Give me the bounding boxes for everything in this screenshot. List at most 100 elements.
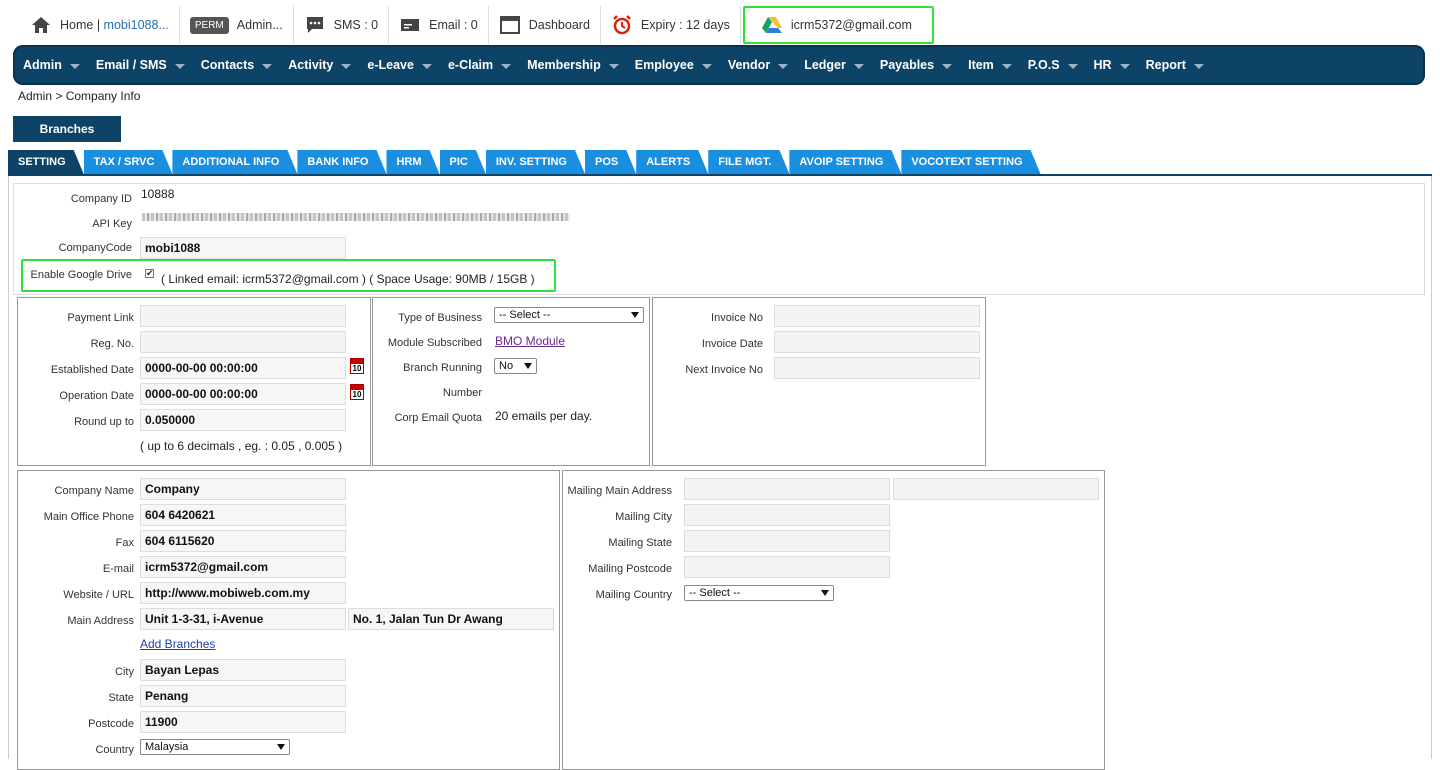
add-branches-link[interactable]: Add Branches — [140, 637, 215, 651]
home-icon — [30, 14, 52, 36]
city-field[interactable]: Bayan Lepas — [140, 659, 346, 681]
operation-date-field[interactable]: 0000-00-00 00:00:00 — [140, 383, 346, 405]
google-drive-item[interactable]: icrm5372@gmail.com — [742, 6, 934, 44]
mailing-main-address-label: Mailing Main Address — [567, 485, 672, 497]
nav-item-ledger[interactable]: Ledger — [804, 58, 864, 72]
nav-item-activity[interactable]: Activity — [288, 58, 352, 72]
nav-item-email-sms[interactable]: Email / SMS — [96, 58, 185, 72]
tab-tax-srvc[interactable]: TAX / SRVC — [84, 150, 173, 174]
nav-item-p-o-s[interactable]: P.O.S — [1028, 58, 1078, 72]
tab-pic[interactable]: PIC — [440, 150, 486, 174]
dashboard-item[interactable]: Dashboard — [489, 6, 601, 44]
nav-item-label: Contacts — [200, 58, 255, 72]
google-drive-icon — [761, 14, 783, 36]
tab-alerts[interactable]: ALERTS — [636, 150, 708, 174]
nav-item-e-claim[interactable]: e-Claim — [448, 58, 512, 72]
chevron-down-icon — [821, 590, 829, 596]
website-field[interactable]: http://www.mobiweb.com.my — [140, 582, 346, 604]
invoice-no-label: Invoice No — [711, 312, 763, 324]
window-icon — [499, 14, 521, 36]
caret-down-icon — [1067, 63, 1078, 69]
nav-item-membership[interactable]: Membership — [527, 58, 619, 72]
mailing-city-label: Mailing City — [615, 511, 672, 523]
nav-item-report[interactable]: Report — [1146, 58, 1204, 72]
country-select[interactable]: Malaysia — [140, 739, 290, 755]
email-field[interactable]: icrm5372@gmail.com — [140, 556, 346, 578]
round-up-hint: ( up to 6 decimals , eg. : 0.05 , 0.005 … — [140, 439, 343, 453]
home-company-link[interactable]: mobi1088... — [104, 18, 169, 32]
company-name-field[interactable]: Company — [140, 478, 346, 500]
nav-item-item[interactable]: Item — [968, 58, 1012, 72]
company-code-field[interactable]: mobi1088 — [140, 237, 346, 259]
invoice-no-field[interactable] — [774, 305, 980, 327]
mailing-country-label: Mailing Country — [595, 589, 672, 601]
nav-item-vendor[interactable]: Vendor — [728, 58, 789, 72]
tab-avoip-setting[interactable]: AVOIP SETTING — [789, 150, 901, 174]
fax-field[interactable]: 604 6115620 — [140, 530, 346, 552]
branches-button[interactable]: Branches — [13, 116, 121, 142]
caret-down-icon — [69, 63, 80, 69]
reg-no-field[interactable] — [140, 331, 346, 353]
caret-down-icon — [942, 63, 953, 69]
business-panel: Type of Business -- Select -- Module Sub… — [372, 297, 650, 466]
api-key-label: API Key — [92, 218, 132, 230]
tab-additional-info[interactable]: ADDITIONAL INFO — [172, 150, 297, 174]
payment-link-field[interactable] — [140, 305, 346, 327]
company-code-label: CompanyCode — [58, 242, 132, 254]
main-address-line1-field[interactable]: Unit 1-3-31, i-Avenue — [140, 608, 346, 630]
module-subscribed-label: Module Subscribed — [387, 337, 482, 349]
top-bar: Home | mobi1088... PERM Admin... SMS : 0… — [20, 6, 934, 44]
expiry-label: Expiry : 12 days — [640, 18, 730, 32]
tab-vocotext-setting[interactable]: VOCOTEXT SETTING — [901, 150, 1040, 174]
tab-file-mgt[interactable]: FILE MGT. — [708, 150, 789, 174]
caret-down-icon — [608, 63, 619, 69]
main-office-phone-field[interactable]: 604 6420621 — [140, 504, 346, 526]
caret-down-icon — [853, 63, 864, 69]
email-item[interactable]: Email : 0 — [389, 6, 489, 44]
nav-item-e-leave[interactable]: e-Leave — [367, 58, 432, 72]
sms-item[interactable]: SMS : 0 — [294, 6, 390, 44]
mailing-country-select[interactable]: -- Select -- — [684, 585, 834, 601]
nav-item-payables[interactable]: Payables — [879, 58, 953, 72]
calendar-icon[interactable]: 10 — [350, 384, 364, 400]
tab-hrm[interactable]: HRM — [386, 150, 439, 174]
state-field[interactable]: Penang — [140, 685, 346, 707]
round-up-field[interactable]: 0.050000 — [140, 409, 346, 431]
nav-item-hr[interactable]: HR — [1094, 58, 1130, 72]
established-date-field[interactable]: 0000-00-00 00:00:00 — [140, 357, 346, 379]
mailing-city-field[interactable] — [684, 504, 890, 526]
nav-item-employee[interactable]: Employee — [635, 58, 712, 72]
home-item[interactable]: Home | mobi1088... — [20, 6, 180, 44]
postcode-field[interactable]: 11900 — [140, 711, 346, 733]
tab-pos[interactable]: POS — [585, 150, 636, 174]
alarm-clock-icon — [611, 14, 633, 36]
company-id-value: 10888 — [141, 187, 175, 201]
nav-item-label: Payables — [879, 58, 935, 72]
sms-label: SMS : 0 — [333, 18, 379, 32]
next-invoice-field[interactable] — [774, 357, 980, 379]
main-address-line2-field[interactable]: No. 1, Jalan Tun Dr Awang — [348, 608, 554, 630]
postcode-label: Postcode — [88, 718, 134, 730]
invoice-date-field[interactable] — [774, 331, 980, 353]
perm-item[interactable]: PERM Admin... — [180, 6, 294, 44]
perm-badge: PERM — [189, 16, 229, 34]
content-area: Company ID 10888 API Key CompanyCode mob… — [8, 176, 1432, 770]
mailing-address-line1-field[interactable] — [684, 478, 890, 500]
branch-running-select[interactable]: No — [494, 358, 537, 374]
caret-down-icon — [174, 63, 185, 69]
nav-item-admin[interactable]: Admin — [23, 58, 80, 72]
operation-date-label: Operation Date — [59, 390, 134, 402]
nav-item-contacts[interactable]: Contacts — [200, 58, 273, 72]
mailing-state-field[interactable] — [684, 530, 890, 552]
mailing-postcode-field[interactable] — [684, 556, 890, 578]
expiry-item[interactable]: Expiry : 12 days — [601, 6, 741, 44]
bmo-module-link[interactable]: BMO Module — [495, 334, 565, 348]
mailing-address-line2-field[interactable] — [893, 478, 1099, 500]
chevron-down-icon — [277, 744, 285, 750]
tab-inv-setting[interactable]: INV. SETTING — [486, 150, 585, 174]
tab-bank-info[interactable]: BANK INFO — [297, 150, 386, 174]
tab-setting[interactable]: SETTING — [8, 150, 84, 174]
type-of-business-select[interactable]: -- Select -- — [494, 307, 644, 323]
payment-link-label: Payment Link — [67, 312, 134, 324]
calendar-icon[interactable]: 10 — [350, 358, 364, 374]
